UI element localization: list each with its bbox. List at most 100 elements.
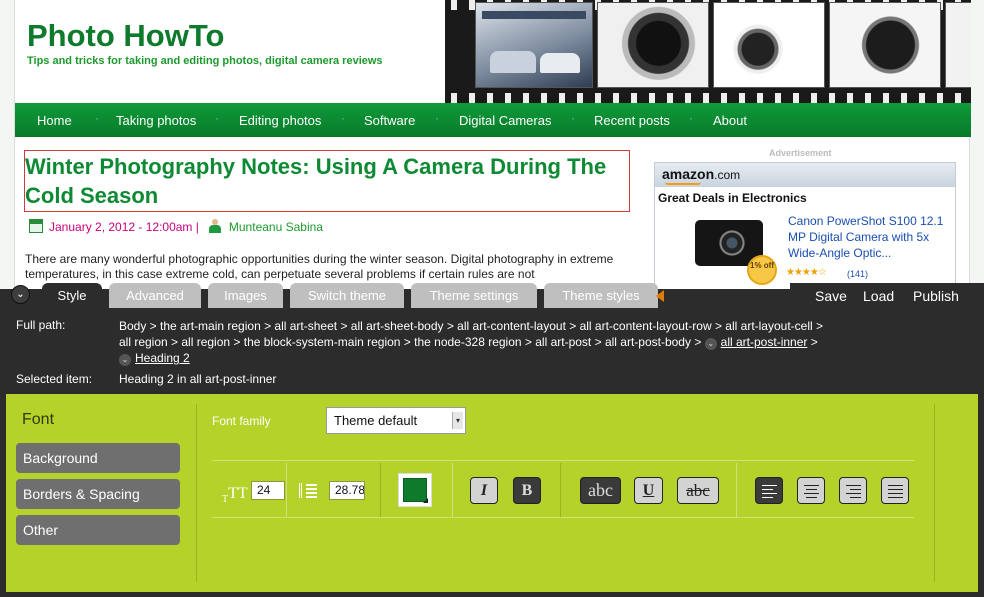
nav-separator: ·	[341, 111, 345, 125]
chevron-down-icon[interactable]: ⌄	[119, 354, 131, 366]
selected-item-label: Selected item:	[16, 372, 93, 386]
path-suffix: >	[807, 335, 818, 349]
category-other-button[interactable]: Other	[16, 515, 180, 545]
film-frame-lens	[597, 2, 709, 88]
film-frame-screenshot	[475, 2, 593, 88]
dropdown-arrow-icon[interactable]: ▾	[452, 412, 463, 429]
font-family-value: Theme default	[334, 413, 418, 428]
post-meta: January 2, 2012 - 12:00am | Munteanu Sabi…	[29, 219, 323, 234]
post-author[interactable]: Munteanu Sabina	[229, 220, 323, 234]
bold-button[interactable]: B	[513, 477, 541, 504]
text-color-picker[interactable]	[398, 473, 432, 507]
divider	[934, 404, 935, 582]
path-link-art-post-inner[interactable]: all art-post-inner	[721, 335, 808, 349]
review-count-link[interactable]: (141)	[847, 269, 868, 279]
nav-digital-cameras[interactable]: Digital Cameras	[459, 113, 551, 128]
font-size-input[interactable]: 24	[251, 481, 285, 500]
full-path-breadcrumb: Body > the art-main region > all art-she…	[119, 318, 959, 366]
nav-separator: ·	[571, 111, 575, 125]
align-center-button[interactable]	[797, 477, 825, 504]
category-borders-spacing-button[interactable]: Borders & Spacing	[16, 479, 180, 509]
font-size-icon: TTT	[222, 485, 248, 505]
orange-pointer-icon	[656, 290, 664, 302]
category-background-button[interactable]: Background	[16, 443, 180, 473]
film-frame-vintage-camera	[829, 2, 941, 88]
toolbar-divider	[736, 463, 737, 517]
amazon-logo: amazon.com	[662, 166, 740, 182]
full-path-line2[interactable]: all region > all region > the block-syst…	[119, 335, 701, 349]
nav-separator: ·	[689, 111, 693, 125]
align-justify-button[interactable]	[881, 477, 909, 504]
website-preview: Photo HowTo Tips and tricks for taking a…	[0, 0, 984, 290]
nav-taking-photos[interactable]: Taking photos	[116, 113, 196, 128]
category-font-title[interactable]: Font	[22, 411, 54, 429]
nav-recent-posts[interactable]: Recent posts	[594, 113, 670, 128]
discount-badge: 1% off	[747, 255, 777, 285]
post-body: There are many wonderful photographic op…	[25, 252, 614, 281]
nav-home[interactable]: Home	[37, 113, 72, 128]
font-family-select[interactable]: Theme default ▾	[326, 407, 466, 434]
toolbar-divider	[452, 463, 453, 517]
site-header: Photo HowTo Tips and tricks for taking a…	[15, 0, 971, 103]
line-height-input[interactable]: 28.78	[329, 481, 365, 500]
header-filmstrip-image	[445, 0, 971, 103]
film-holes-bottom	[445, 93, 971, 103]
align-right-button[interactable]	[839, 477, 867, 504]
publish-button[interactable]: Publish	[913, 288, 959, 304]
underline-button[interactable]: U	[634, 477, 663, 504]
rating-stars-icon: ★★★★☆	[786, 267, 827, 278]
tab-theme-styles[interactable]: Theme styles	[544, 283, 658, 308]
film-frame-tripod	[945, 2, 971, 88]
film-frame-filters	[713, 2, 825, 88]
post-title[interactable]: Winter Photography Notes: Using A Camera…	[24, 152, 630, 210]
amazon-smile-icon	[665, 182, 701, 185]
path-link-heading-2[interactable]: Heading 2	[135, 351, 190, 365]
toolbar-divider	[286, 463, 287, 517]
color-dropdown-icon	[423, 498, 428, 503]
save-button[interactable]: Save	[815, 288, 847, 304]
product-title-link[interactable]: Canon PowerShot S100 12.1 MP Digital Cam…	[788, 213, 948, 261]
strikethrough-button[interactable]: abc	[677, 477, 719, 504]
load-button[interactable]: Load	[863, 288, 894, 304]
amazon-header: amazon.com	[655, 163, 955, 187]
amazon-ad-widget[interactable]: amazon.com Great Deals in Electronics 1%…	[654, 162, 956, 290]
full-path-line1[interactable]: Body > the art-main region > all art-she…	[119, 318, 959, 334]
race-car-image	[540, 53, 580, 73]
tab-switch-theme[interactable]: Switch theme	[290, 283, 404, 308]
toolbar-divider	[560, 463, 561, 517]
nav-about[interactable]: About	[713, 113, 747, 128]
screenshot-ui-strip	[482, 11, 586, 19]
line-height-icon	[298, 483, 318, 498]
text-transform-button[interactable]: abc	[580, 477, 621, 504]
ad-label: Advertisement	[769, 148, 832, 158]
post-date: January 2, 2012 - 12:00am |	[49, 220, 199, 234]
tab-advanced[interactable]: Advanced	[109, 283, 201, 308]
toolbar-divider	[380, 463, 381, 517]
full-path-line3-row: ⌄ Heading 2	[119, 350, 959, 366]
ad-heading: Great Deals in Electronics	[658, 191, 807, 205]
amazon-logo-text: amazon	[662, 166, 715, 182]
full-path-label: Full path:	[16, 318, 66, 332]
italic-button[interactable]: I	[470, 477, 498, 504]
selected-item-value: Heading 2 in all art-post-inner	[119, 372, 277, 386]
align-left-button[interactable]	[755, 477, 783, 504]
divider	[196, 404, 197, 582]
amazon-logo-suffix: .com	[714, 168, 741, 182]
nav-separator: ·	[95, 111, 99, 125]
chevron-down-icon[interactable]: ⌄	[704, 338, 717, 350]
nav-separator: ·	[435, 111, 439, 125]
font-family-label: Font family	[212, 414, 271, 428]
tab-style[interactable]: Style	[42, 283, 102, 308]
site-nav: Home · Taking photos · Editing photos · …	[15, 103, 971, 137]
collapse-panel-chevron-icon[interactable]: ⌄	[11, 285, 30, 304]
nav-software[interactable]: Software	[364, 113, 415, 128]
nav-editing-photos[interactable]: Editing photos	[239, 113, 321, 128]
tab-theme-settings[interactable]: Theme settings	[411, 283, 537, 308]
site-title[interactable]: Photo HowTo	[27, 18, 224, 54]
nav-separator: ·	[215, 111, 219, 125]
user-icon	[208, 219, 221, 233]
site-page: Photo HowTo Tips and tricks for taking a…	[14, 0, 971, 290]
site-slogan: Tips and tricks for taking and editing p…	[27, 55, 383, 67]
calendar-icon	[29, 219, 43, 233]
tab-images[interactable]: Images	[208, 283, 283, 308]
